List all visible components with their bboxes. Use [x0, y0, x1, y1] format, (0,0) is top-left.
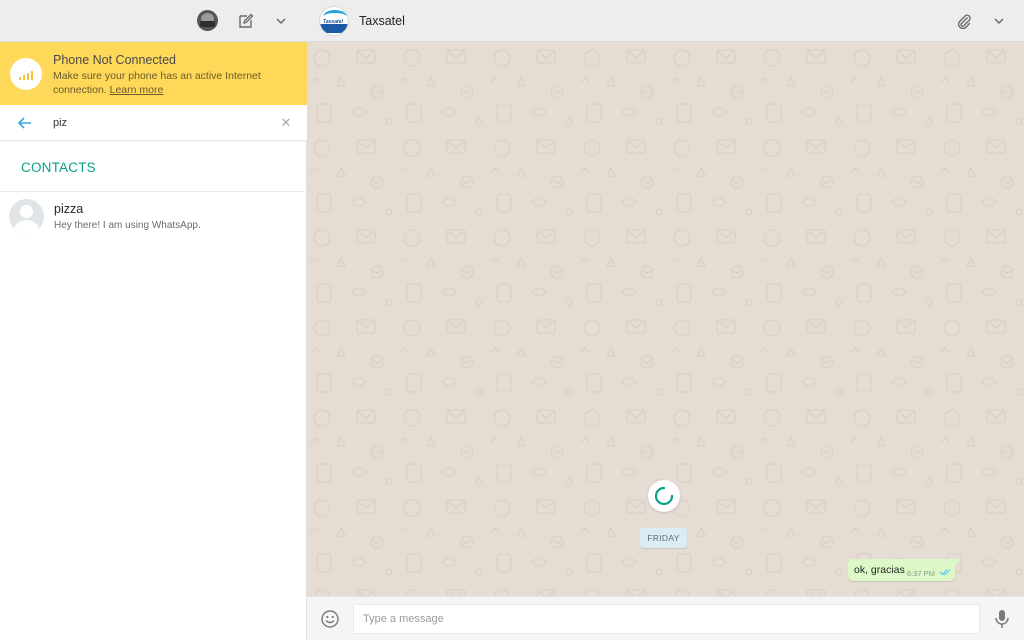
- chat-pane: Taxsatel Taxsatel FRIDAY ok, gracias 6:3…: [307, 0, 1024, 640]
- message-text: ok, gracias: [854, 564, 905, 576]
- chat-header[interactable]: Taxsatel Taxsatel: [307, 0, 1024, 42]
- sidebar-header: [0, 0, 307, 42]
- sidebar: Phone Not Connected Make sure your phone…: [0, 0, 307, 640]
- chat-title: Taxsatel: [359, 14, 405, 28]
- double-check-icon: [939, 569, 951, 576]
- my-profile-avatar[interactable]: [197, 10, 218, 31]
- message-input[interactable]: [353, 604, 980, 634]
- attach-icon: [957, 14, 971, 29]
- attach-button[interactable]: [952, 9, 976, 33]
- loading-spinner-icon: [654, 486, 674, 506]
- signal-bars-icon: [10, 58, 42, 90]
- chat-wallpaper: [307, 42, 1024, 596]
- chevron-down-icon: [994, 18, 1004, 25]
- chat-avatar[interactable]: Taxsatel: [319, 6, 349, 36]
- contact-status: Hey there! I am using WhatsApp.: [54, 220, 201, 231]
- chevron-down-icon: [276, 18, 286, 25]
- sidebar-menu-button[interactable]: [269, 9, 293, 33]
- contact-avatar: [9, 199, 44, 234]
- new-chat-button[interactable]: [234, 9, 258, 33]
- search-bar: ✕: [0, 105, 307, 141]
- message-composer: [307, 596, 1024, 640]
- alert-text: Make sure your phone has an active Inter…: [53, 70, 261, 96]
- alert-title: Phone Not Connected: [53, 53, 177, 67]
- message-time: 6:37 PM: [907, 569, 935, 578]
- chat-menu-button[interactable]: [987, 9, 1011, 33]
- phone-not-connected-alert: Phone Not Connected Make sure your phone…: [0, 42, 307, 105]
- clear-search-icon[interactable]: ✕: [278, 115, 294, 131]
- chat-avatar-logo: Taxsatel: [323, 19, 343, 25]
- contact-name: pizza: [54, 202, 84, 216]
- search-input[interactable]: [53, 114, 263, 132]
- contact-list-item[interactable]: pizza Hey there! I am using WhatsApp.: [0, 192, 307, 242]
- emoji-icon[interactable]: [320, 609, 340, 629]
- mic-icon[interactable]: [993, 609, 1011, 629]
- date-divider-chip: FRIDAY: [640, 528, 687, 548]
- compose-icon: [239, 13, 254, 28]
- contacts-section-title: CONTACTS: [21, 160, 96, 175]
- loading-spinner: [648, 480, 680, 512]
- learn-more-link[interactable]: Learn more: [110, 84, 164, 96]
- back-arrow-icon[interactable]: [16, 114, 34, 132]
- wallpaper-doodles: [307, 42, 1024, 596]
- outgoing-message-bubble[interactable]: ok, gracias 6:37 PM: [848, 559, 961, 581]
